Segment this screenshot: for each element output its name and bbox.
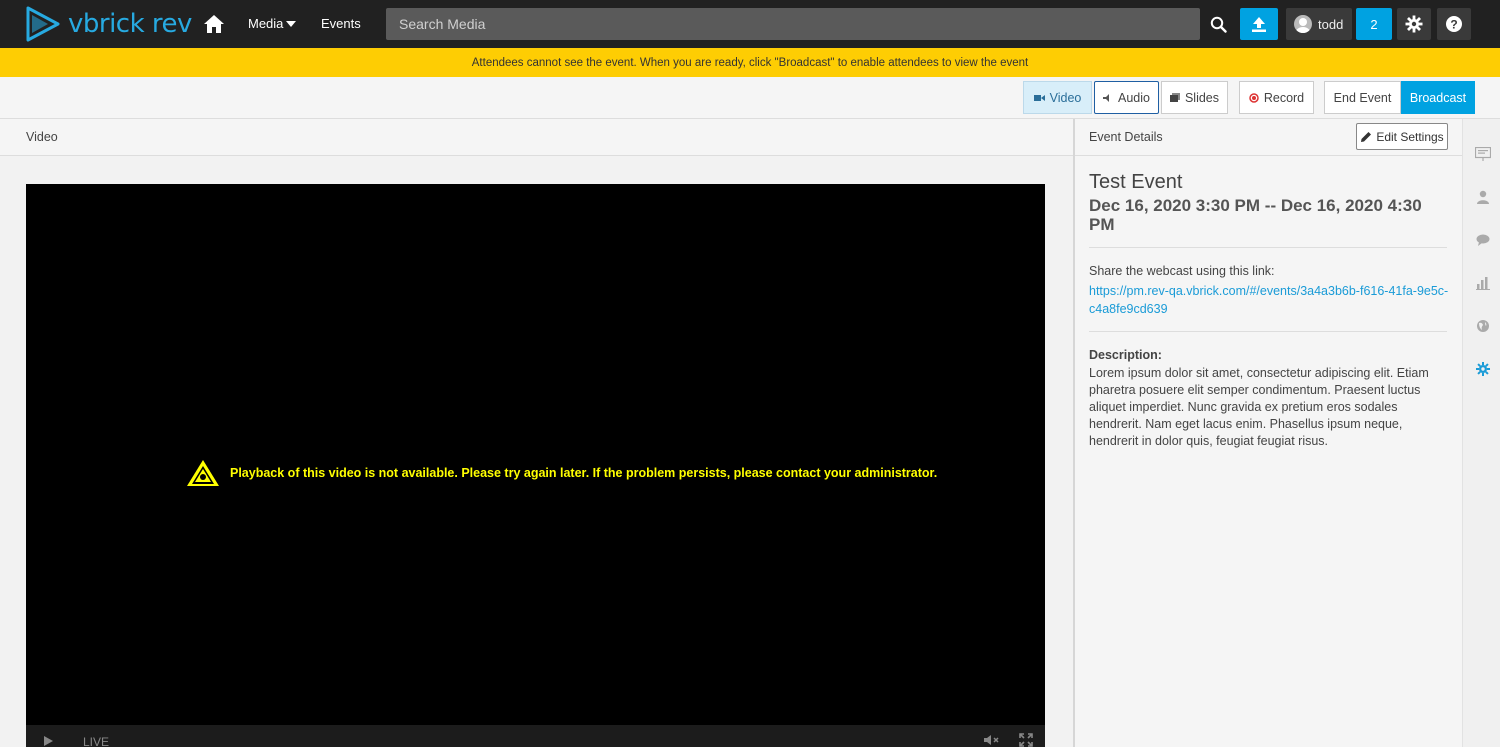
slides-button[interactable]: Slides	[1161, 81, 1228, 114]
speaker-icon	[1103, 93, 1109, 102]
record-icon	[1249, 92, 1259, 103]
attendee-warning-banner: Attendees cannot see the event. When you…	[0, 48, 1500, 77]
playback-error-text: Playback of this video is not available.…	[230, 466, 938, 480]
gear-icon	[1405, 15, 1423, 33]
video-player[interactable]: Playback of this video is not available.…	[26, 184, 1045, 747]
logo-text: vbrick rev	[68, 9, 192, 39]
help-icon: ?	[1446, 16, 1462, 32]
svg-text:?: ?	[1450, 18, 1457, 32]
notifications-button[interactable]: 2	[1356, 8, 1392, 40]
record-button-label: Record	[1263, 90, 1305, 105]
search-icon	[1210, 16, 1227, 33]
search-input[interactable]	[386, 8, 1200, 40]
edit-settings-button[interactable]: Edit Settings	[1356, 123, 1448, 150]
avatar	[1294, 15, 1312, 33]
vbrick-logo[interactable]: vbrick rev	[24, 6, 192, 42]
player-controls: LIVE	[26, 725, 1045, 747]
separator	[1089, 331, 1447, 332]
home-icon[interactable]	[203, 13, 225, 35]
mute-icon[interactable]	[984, 734, 1000, 746]
user-name: todd	[1318, 16, 1344, 32]
globe-icon[interactable]	[1475, 318, 1491, 334]
live-label: LIVE	[83, 735, 110, 747]
user-icon[interactable]	[1475, 189, 1491, 205]
broadcast-button[interactable]: Broadcast	[1401, 81, 1475, 114]
video-panel-header: Video	[0, 119, 1073, 156]
event-name: Test Event	[1089, 171, 1183, 193]
upload-button[interactable]	[1240, 8, 1278, 40]
event-details-header: Event Details Edit Settings	[1075, 119, 1462, 156]
share-link[interactable]: https://pm.rev-qa.vbrick.com/#/events/3a…	[1089, 282, 1449, 318]
description-label: Description:	[1089, 348, 1162, 362]
audio-button-label: Audio	[1118, 90, 1150, 105]
event-toolbar: Video Audio Slides Record End Event Broa…	[0, 77, 1500, 119]
event-dates: Dec 16, 2020 3:30 PM -- Dec 16, 2020 4:3…	[1089, 196, 1422, 234]
record-button[interactable]: Record	[1239, 81, 1314, 114]
bar-chart-icon[interactable]	[1475, 275, 1491, 291]
side-icon-bar	[1462, 119, 1500, 747]
upload-icon	[1252, 17, 1266, 32]
chevron-down-icon	[286, 20, 297, 27]
user-menu-button[interactable]: todd	[1286, 8, 1352, 40]
video-button[interactable]: Video	[1023, 81, 1092, 114]
nav-media-label: Media	[248, 16, 284, 31]
video-button-label: Video	[1049, 90, 1082, 105]
play-icon[interactable]	[44, 736, 53, 746]
help-button[interactable]: ?	[1437, 8, 1471, 40]
search-button[interactable]	[1201, 8, 1235, 40]
pencil-icon	[1361, 131, 1372, 142]
edit-settings-label: Edit Settings	[1376, 129, 1444, 144]
separator	[1089, 247, 1447, 248]
end-event-button[interactable]: End Event	[1324, 81, 1401, 114]
video-panel-title: Video	[26, 130, 58, 144]
warning-icon	[187, 460, 219, 486]
nav-media-menu[interactable]: Media	[248, 16, 297, 31]
logo-play-icon	[26, 6, 60, 42]
event-details-title: Event Details	[1089, 130, 1163, 144]
share-label: Share the webcast using this link:	[1089, 264, 1275, 278]
playback-error: Playback of this video is not available.…	[186, 459, 937, 487]
chat-icon[interactable]	[1475, 232, 1491, 248]
nav-events-link[interactable]: Events	[321, 16, 361, 31]
video-camera-icon	[1033, 94, 1045, 101]
slides-button-label: Slides	[1184, 90, 1220, 105]
top-nav: vbrick rev Media Events todd 2	[0, 0, 1500, 48]
presentation-icon[interactable]	[1475, 146, 1491, 162]
settings-button[interactable]	[1397, 8, 1431, 40]
gear-icon[interactable]	[1475, 361, 1491, 377]
audio-button[interactable]: Audio	[1094, 81, 1159, 114]
fullscreen-icon[interactable]	[1019, 733, 1033, 747]
event-details-panel: Test Event Dec 16, 2020 3:30 PM -- Dec 1…	[1075, 156, 1462, 747]
description-text: Lorem ipsum dolor sit amet, consectetur …	[1089, 366, 1429, 448]
slides-icon	[1169, 92, 1180, 102]
